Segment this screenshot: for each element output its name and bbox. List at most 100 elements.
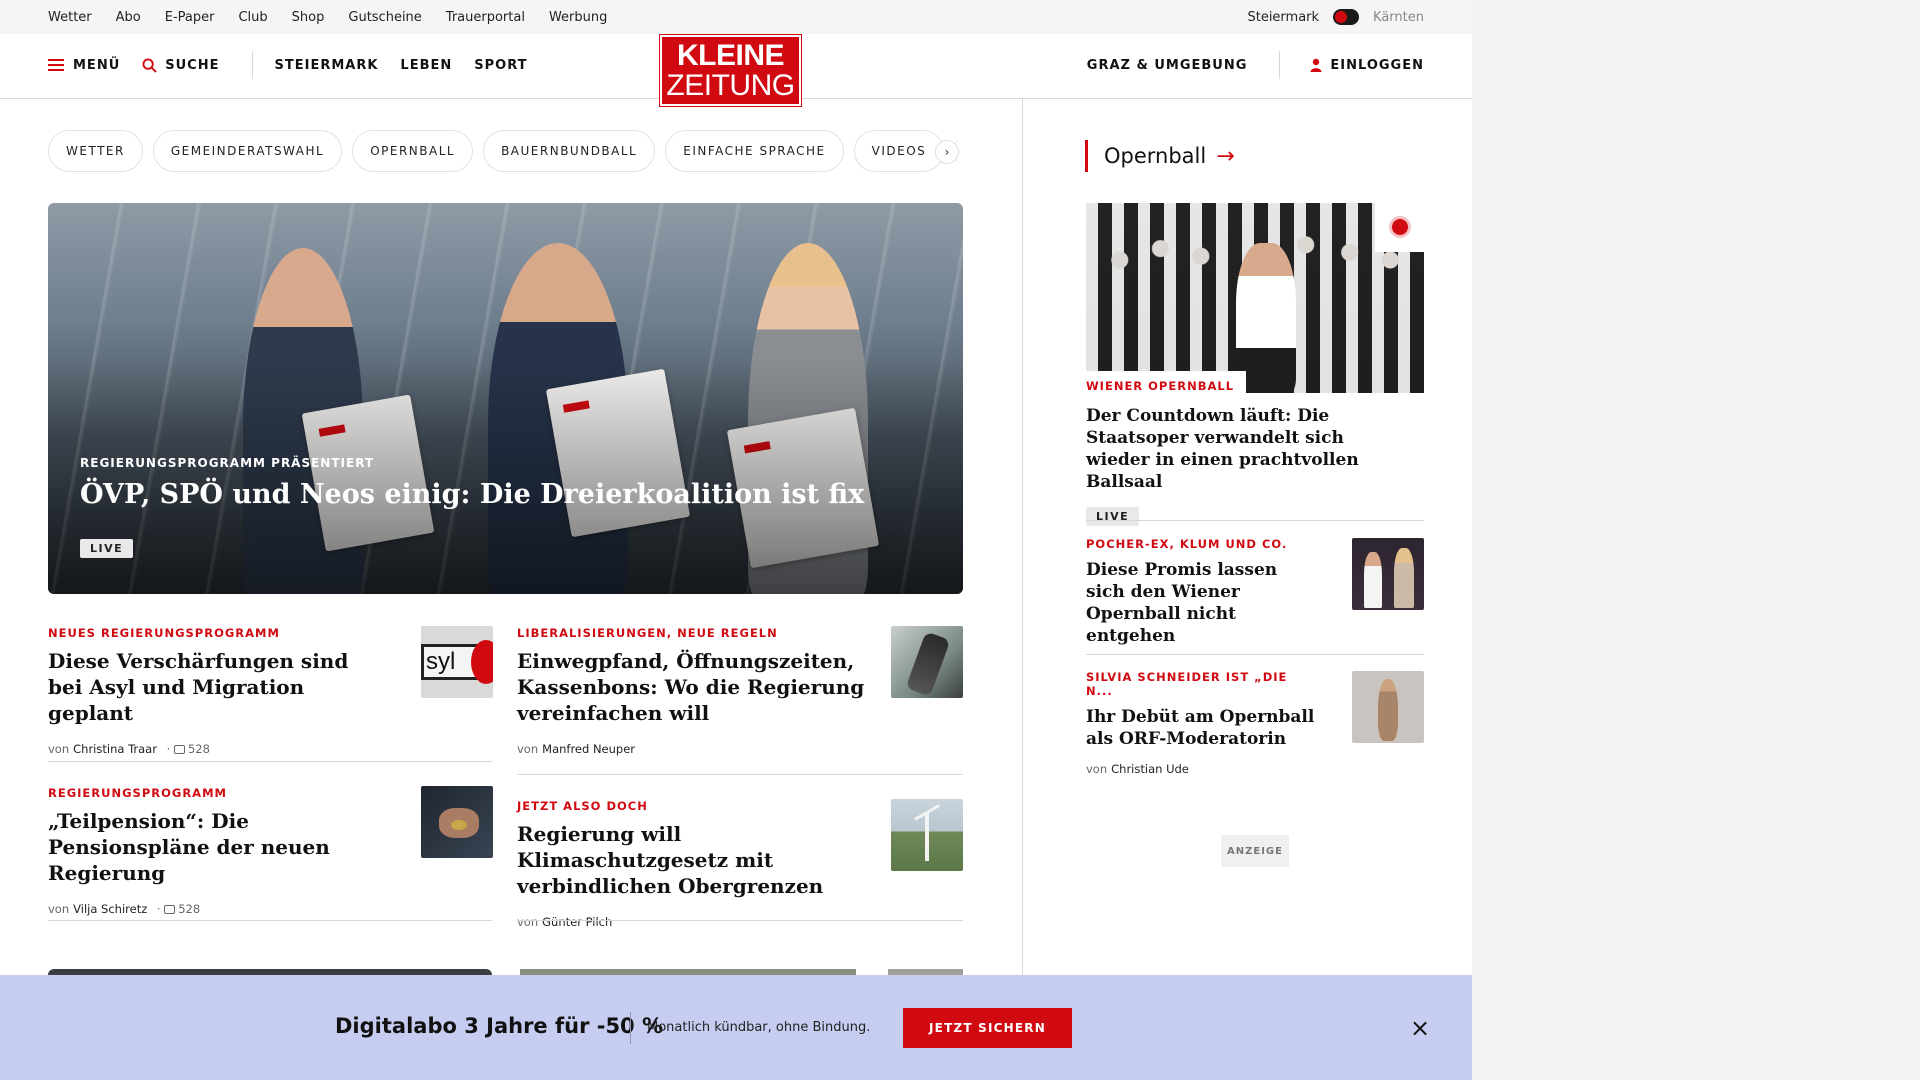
user-icon — [1310, 58, 1322, 72]
opernball-section-heading[interactable]: Opernball → — [1085, 140, 1235, 172]
promo-separator — [630, 1012, 631, 1044]
nav-separator — [251, 51, 253, 79]
utility-link-epaper[interactable]: E-Paper — [165, 10, 215, 25]
utility-links: Wetter Abo E-Paper Club Shop Gutscheine … — [48, 0, 631, 34]
sidebar-thumbnail[interactable] — [1352, 538, 1424, 610]
comment-count[interactable]: · 528 — [153, 902, 200, 916]
hero-gradient — [48, 203, 963, 594]
utility-link-abo[interactable]: Abo — [116, 10, 141, 25]
tag-einfache-sprache[interactable]: EINFACHE SPRACHE — [665, 130, 844, 172]
hero-title[interactable]: ÖVP, SPÖ und Neos einig: Die Dreierkoali… — [80, 478, 864, 512]
lead-kicker-box: WIENER OPERNBALL — [1086, 371, 1247, 393]
nav-left: MENÜ SUCHE STEIERMARK LEBEN SPORT — [48, 34, 550, 96]
search-icon — [142, 57, 157, 73]
opernball-lead-article[interactable]: Der Countdown läuft: Die Staatsoper verw… — [1086, 397, 1386, 526]
utility-link-club[interactable]: Club — [238, 10, 267, 25]
sidebar-article-debut[interactable]: SILVIA SCHNEIDER IST „DIE N... Ihr Debüt… — [1086, 670, 1316, 776]
region-toggle[interactable] — [1333, 9, 1360, 25]
thumb-arrow — [471, 640, 493, 684]
teaser-pension[interactable]: REGIERUNGSPROGRAMM „Teilpension“: Die Pe… — [48, 786, 388, 916]
teaser-klimaschutz[interactable]: JETZT ALSO DOCH Regierung will Klimaschu… — [517, 799, 867, 929]
teaser-thumbnail[interactable]: syl — [421, 626, 493, 698]
search-button[interactable]: SUCHE — [142, 58, 219, 73]
utility-link-werbung[interactable]: Werbung — [549, 10, 607, 25]
close-icon[interactable]: × — [1408, 1013, 1432, 1043]
nav-separator-right — [1279, 51, 1281, 79]
tag-bauernbundball[interactable]: BAUERNBUNDBALL — [483, 130, 656, 172]
teaser-asyl[interactable]: NEUES REGIERUNGSPROGRAMM Diese Verschärf… — [48, 626, 388, 756]
thumb-person — [1364, 552, 1382, 608]
teaser-kicker: REGIERUNGSPROGRAMM — [48, 786, 227, 800]
utility-link-gutscheine[interactable]: Gutscheine — [348, 10, 421, 25]
nav-item-leben[interactable]: LEBEN — [400, 58, 452, 73]
byline-prefix: von — [517, 915, 539, 929]
live-dot-icon — [1392, 219, 1408, 235]
teaser-meta: von Günter Pilch — [517, 915, 867, 929]
teaser-einwegpfand[interactable]: LIBERALISIERUNGEN, NEUE REGELN Einwegpfa… — [517, 626, 867, 756]
region-switch: Steiermark Kärnten — [1247, 0, 1424, 34]
kleine-zeitung-logo[interactable]: KLEINE ZEITUNG — [659, 34, 802, 107]
ad-label: ANZEIGE — [1221, 835, 1289, 867]
tag-wetter[interactable]: WETTER — [48, 130, 143, 172]
region-steiermark[interactable]: Steiermark — [1247, 10, 1319, 25]
logo-line-1: KLEINE — [676, 38, 785, 72]
teaser-kicker: LIBERALISIERUNGEN, NEUE REGELN — [517, 626, 778, 640]
utility-link-trauerportal[interactable]: Trauerportal — [446, 10, 525, 25]
tag-opernball[interactable]: OPERNBALL — [352, 130, 474, 172]
teaser-headline[interactable]: „Teilpension“: Die Pensionspläne der neu… — [48, 808, 388, 886]
author-name[interactable]: Günter Pilch — [542, 915, 612, 929]
teaser-meta: von Christina Traar · 528 — [48, 742, 388, 756]
opernball-lead-image[interactable] — [1086, 203, 1424, 393]
login-button[interactable]: EINLOGGEN — [1310, 58, 1424, 73]
opernball-lead-headline[interactable]: Der Countdown läuft: Die Staatsoper verw… — [1086, 405, 1386, 493]
sidebar-meta: von Christian Ude — [1086, 762, 1316, 776]
teaser-thumbnail[interactable] — [891, 799, 963, 871]
utility-link-wetter[interactable]: Wetter — [48, 10, 92, 25]
jetzt-sichern-button[interactable]: JETZT SICHERN — [903, 1008, 1072, 1048]
byline-prefix: von — [48, 742, 70, 756]
teaser-kicker: NEUES REGIERUNGSPROGRAMM — [48, 626, 280, 640]
tags-next-button[interactable]: › — [935, 140, 959, 164]
tag-gemeinderatswahl[interactable]: GEMEINDERATSWAHL — [152, 130, 343, 172]
sidebar-article-promis[interactable]: POCHER-EX, KLUM UND CO. Diese Promis las… — [1086, 537, 1306, 647]
utility-link-shop[interactable]: Shop — [292, 10, 325, 25]
nav-right: GRAZ & UMGEBUNG EINLOGGEN — [1087, 34, 1424, 96]
sidebar-headline[interactable]: Ihr Debüt am Opernball als ORF-Moderator… — [1086, 706, 1316, 750]
browser-empty-area — [1472, 0, 1920, 1080]
author-name[interactable]: Christian Ude — [1111, 762, 1189, 776]
section-title: Opernball — [1104, 144, 1207, 168]
chevron-right-icon: › — [944, 145, 950, 159]
page: Wetter Abo E-Paper Club Shop Gutscheine … — [0, 0, 1472, 1080]
hero-live-badge: LIVE — [80, 539, 134, 558]
menu-button[interactable]: MENÜ — [48, 58, 120, 73]
teaser-headline[interactable]: Regierung will Klimaschutzgesetz mit ver… — [517, 821, 867, 899]
opernball-live-badge: LIVE — [1086, 507, 1140, 526]
teaser-thumbnail[interactable] — [891, 626, 963, 698]
region-kaernten[interactable]: Kärnten — [1373, 10, 1424, 25]
author-name[interactable]: Vilja Schiretz — [73, 902, 147, 916]
author-name[interactable]: Manfred Neuper — [542, 742, 635, 756]
teaser-headline[interactable]: Diese Verschärfungen sind bei Asyl und M… — [48, 648, 388, 726]
teaser-divider — [48, 920, 492, 921]
comment-count[interactable]: · 528 — [163, 742, 210, 756]
lead-kicker-wrap: WIENER OPERNBALL — [1086, 379, 1234, 393]
comment-icon — [164, 904, 176, 914]
hero-kicker: REGIERUNGSPROGRAMM PRÄSENTIERT — [80, 456, 375, 470]
sidebar-headline[interactable]: Diese Promis lassen sich den Wiener Oper… — [1086, 559, 1306, 647]
nav-item-steiermark[interactable]: STEIERMARK — [275, 58, 379, 73]
toggle-knob — [1335, 11, 1348, 23]
thumb-person — [1394, 548, 1414, 608]
nav-item-graz[interactable]: GRAZ & UMGEBUNG — [1087, 58, 1248, 73]
teaser-thumbnail[interactable] — [421, 786, 493, 858]
tag-videos[interactable]: VIDEOS — [853, 130, 945, 172]
byline-prefix: von — [517, 742, 539, 756]
byline-prefix: von — [1086, 762, 1108, 776]
hamburger-icon — [48, 59, 64, 71]
search-label: SUCHE — [165, 57, 220, 73]
thumb-gown — [1378, 679, 1398, 741]
author-name[interactable]: Christina Traar — [73, 742, 157, 756]
hero-article[interactable]: REGIERUNGSPROGRAMM PRÄSENTIERT ÖVP, SPÖ … — [48, 203, 963, 594]
sidebar-thumbnail[interactable] — [1352, 671, 1424, 743]
teaser-headline[interactable]: Einwegpfand, Öffnungszeiten, Kassenbons:… — [517, 648, 867, 726]
nav-item-sport[interactable]: SPORT — [474, 58, 527, 73]
